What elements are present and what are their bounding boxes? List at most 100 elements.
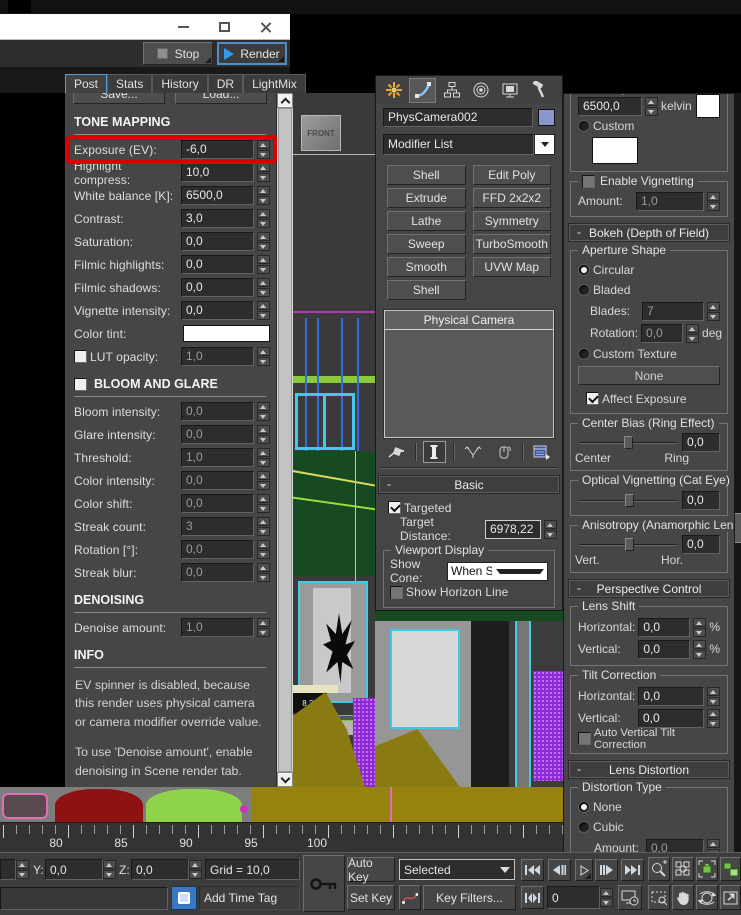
- optical-field[interactable]: 0,0: [682, 490, 720, 510]
- temperature-color-swatch[interactable]: [696, 94, 720, 118]
- zoom-icon[interactable]: [648, 857, 670, 881]
- modifier-button-symmetry[interactable]: Symmetry: [472, 211, 551, 231]
- auto-tilt-checkbox[interactable]: [578, 732, 591, 745]
- param-field[interactable]: 6500,0: [181, 186, 254, 205]
- spinner[interactable]: [257, 540, 270, 559]
- spinner[interactable]: [103, 860, 116, 879]
- tab-history[interactable]: History: [152, 74, 208, 93]
- spinner[interactable]: [707, 191, 720, 211]
- modifier-button-shell2[interactable]: Shell: [387, 280, 466, 300]
- distortion-none-radio[interactable]: [578, 801, 590, 813]
- param-field[interactable]: 0,0: [181, 563, 254, 582]
- basic-rollout-header[interactable]: - Basic: [379, 476, 559, 493]
- param-field[interactable]: 0,0: [181, 301, 254, 320]
- hierarchy-tab[interactable]: [438, 78, 465, 103]
- denoise-field[interactable]: 1,0: [181, 618, 254, 637]
- time-configuration-icon[interactable]: [618, 885, 642, 910]
- param-field[interactable]: 3: [181, 517, 254, 536]
- scrollbar-thumb[interactable]: [735, 513, 741, 543]
- spinner[interactable]: [257, 494, 270, 513]
- modifier-list-dropdown[interactable]: Modifier List: [383, 134, 555, 155]
- color-tint-swatch[interactable]: [183, 325, 270, 342]
- go-to-end-button[interactable]: [621, 859, 644, 881]
- viewport-mid[interactable]: [375, 611, 563, 787]
- scroll-up-icon[interactable]: [277, 93, 293, 108]
- motion-tab[interactable]: [467, 78, 494, 103]
- center-bias-field[interactable]: 0,0: [682, 432, 720, 452]
- create-tab[interactable]: [380, 78, 407, 103]
- spinner[interactable]: [257, 402, 270, 421]
- key-mode-toggle-button[interactable]: [521, 886, 544, 909]
- kelvin-field[interactable]: 6500,0: [578, 96, 642, 116]
- maximize-icon[interactable]: [219, 21, 230, 32]
- modifier-stack[interactable]: Physical Camera: [384, 310, 554, 438]
- selection-set-dropdown[interactable]: Selected: [399, 859, 515, 880]
- custom-texture-radio[interactable]: [578, 348, 590, 360]
- collapse-icon[interactable]: -: [577, 762, 581, 776]
- orbit-icon[interactable]: [696, 885, 718, 910]
- custom-radio[interactable]: [578, 120, 590, 132]
- configure-modifier-sets-icon[interactable]: [530, 441, 554, 463]
- zoom-extents-icon[interactable]: [696, 857, 718, 881]
- collapse-icon[interactable]: -: [577, 225, 581, 239]
- modifier-button-uvwmap[interactable]: UVW Map: [472, 257, 551, 277]
- show-horizon-checkbox[interactable]: [390, 585, 403, 599]
- spinner[interactable]: [257, 471, 270, 490]
- vertical-field[interactable]: 0,0: [638, 639, 691, 659]
- spinner[interactable]: [257, 163, 270, 182]
- optical-slider[interactable]: [578, 493, 679, 508]
- load-button[interactable]: Load...: [175, 93, 267, 104]
- save-button[interactable]: Save...: [73, 93, 165, 104]
- x-coordinate-field[interactable]: [0, 859, 16, 880]
- spinner[interactable]: [16, 860, 29, 879]
- maximize-viewport-icon[interactable]: [720, 885, 741, 910]
- pin-stack-icon[interactable]: [384, 441, 408, 463]
- spinner[interactable]: [257, 209, 270, 228]
- circular-radio[interactable]: [578, 264, 590, 276]
- spinner[interactable]: [257, 347, 270, 366]
- spinner[interactable]: [257, 301, 270, 320]
- default-in-out-tangents-button[interactable]: [399, 885, 421, 910]
- spinner[interactable]: [257, 563, 270, 582]
- isolate-selection-button[interactable]: [171, 886, 197, 910]
- targeted-checkbox[interactable]: [388, 501, 401, 514]
- texture-none-button[interactable]: None: [578, 366, 720, 385]
- spinner[interactable]: [707, 708, 720, 728]
- param-field[interactable]: 0,0: [181, 471, 254, 490]
- param-field[interactable]: 1,0: [181, 448, 254, 467]
- spinner[interactable]: [693, 617, 707, 637]
- tab-dr[interactable]: DR: [207, 74, 244, 93]
- render-button[interactable]: Render: [217, 42, 287, 65]
- zoom-region-icon[interactable]: [648, 885, 670, 910]
- rotation-field[interactable]: 0,0: [641, 323, 684, 343]
- spinner[interactable]: [257, 278, 270, 297]
- set-key-button[interactable]: Set Key: [347, 885, 395, 910]
- spinner[interactable]: [257, 618, 270, 637]
- param-field[interactable]: 0,0: [181, 494, 254, 513]
- viewport-bottom-strip[interactable]: [0, 787, 563, 822]
- target-distance-field[interactable]: 6978,22: [485, 519, 541, 539]
- aniso-slider[interactable]: [578, 537, 679, 552]
- spinner[interactable]: [257, 255, 270, 274]
- go-to-start-button[interactable]: [521, 859, 544, 881]
- param-field[interactable]: 0,0: [181, 255, 254, 274]
- spinner[interactable]: [600, 888, 613, 907]
- make-unique-icon[interactable]: [461, 441, 485, 463]
- param-field[interactable]: 0,0: [181, 278, 254, 297]
- grid-setting-field[interactable]: Grid = 10,0: [205, 859, 300, 880]
- vertical-field[interactable]: 0,0: [638, 708, 704, 728]
- tab-post[interactable]: Post: [65, 74, 108, 93]
- enable-vignetting-checkbox[interactable]: [582, 174, 595, 188]
- lut-field[interactable]: 1,0: [181, 347, 254, 366]
- amount-field[interactable]: 1,0: [636, 191, 704, 211]
- param-field[interactable]: 0,0: [181, 402, 254, 421]
- spinner[interactable]: [707, 301, 720, 321]
- stop-button[interactable]: Stop: [143, 42, 213, 65]
- spinner[interactable]: [257, 517, 270, 536]
- camera-panel-scrollbar[interactable]: [735, 93, 741, 860]
- lens-distortion-rollout-header[interactable]: - Lens Distortion: [569, 761, 729, 778]
- affect-exposure-checkbox[interactable]: [586, 392, 599, 405]
- viewport-sliver[interactable]: FRONT 8 31: [293, 93, 375, 787]
- spinner[interactable]: [544, 519, 557, 539]
- modifier-button-smooth[interactable]: Smooth: [387, 257, 466, 277]
